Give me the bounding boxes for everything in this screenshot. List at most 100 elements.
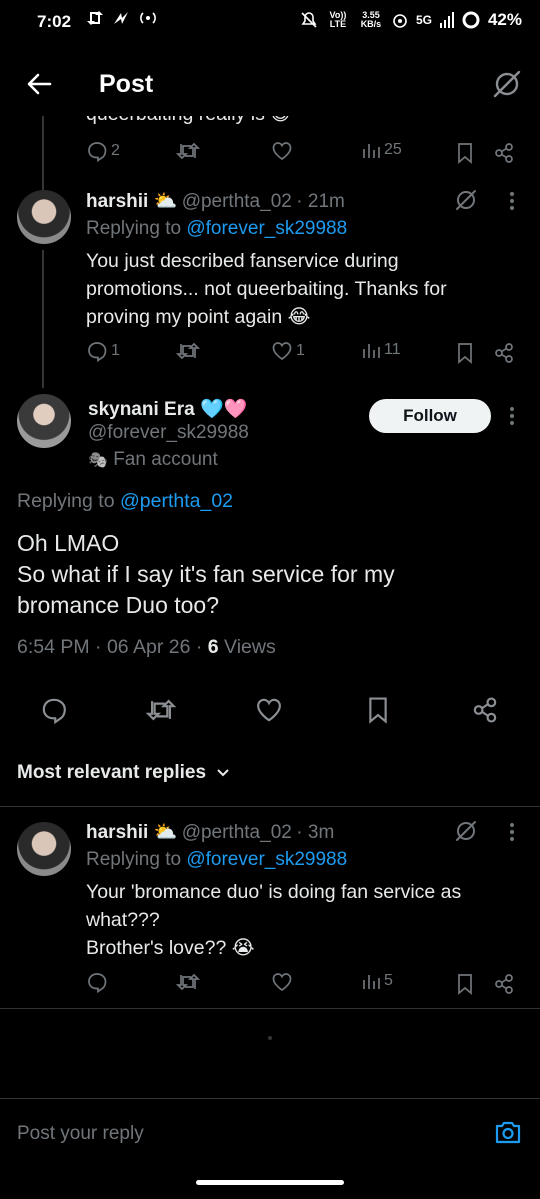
network-speed: 3.55 KB/s — [358, 11, 384, 29]
reply-icon — [88, 342, 107, 362]
views-count: 5 — [384, 972, 393, 989]
chevron-down-icon — [217, 769, 229, 777]
reply-text-line: Your 'bromance duo' is doing fan service… — [86, 881, 462, 931]
reply-composer: Post your reply — [0, 1098, 540, 1168]
bookmark-icon[interactable] — [456, 973, 474, 995]
bookmark-icon[interactable] — [456, 142, 474, 164]
share-icon[interactable] — [471, 696, 499, 724]
camera-icon[interactable] — [494, 1119, 522, 1145]
repost-action[interactable] — [176, 971, 200, 993]
views-action[interactable]: 25 — [361, 140, 402, 160]
author-name[interactable]: harshii ⛅ — [86, 822, 177, 843]
avatar[interactable] — [17, 190, 71, 244]
page-title: Post — [99, 70, 154, 98]
mute-icon — [301, 12, 317, 28]
heart-icon — [272, 342, 292, 361]
loading-dot — [268, 1036, 272, 1040]
more-options-icon[interactable] — [508, 406, 516, 426]
views-icon — [363, 344, 380, 358]
reply-action[interactable]: 1 — [86, 340, 120, 362]
signal-icon — [439, 12, 454, 28]
views-label: Views — [218, 636, 276, 658]
like-action[interactable]: 1 — [271, 340, 305, 362]
repost-action[interactable] — [176, 340, 200, 362]
share-icon[interactable] — [493, 342, 515, 364]
replying-to: Replying to @forever_sk29988 — [86, 849, 347, 871]
reply-count: 1 — [111, 342, 120, 359]
post-text: Oh LMAO So what if I say it's fan servic… — [17, 528, 497, 621]
status-time: 7:02 — [37, 12, 72, 31]
reply1-header: harshii ⛅ @perthta_02 · 21m — [86, 189, 345, 213]
status-right-icons: Vo)) LTE 3.55 KB/s 5G 42% — [300, 10, 522, 30]
network-speed-unit: KB/s — [360, 19, 382, 29]
avatar[interactable] — [17, 394, 71, 448]
heart-icon — [272, 142, 292, 161]
like-action[interactable] — [271, 140, 293, 162]
prev-reply-actions: 2 25 — [86, 140, 526, 166]
volte-indicator: Vo)) LTE — [329, 10, 347, 29]
reply-icon[interactable] — [40, 696, 68, 724]
divider — [0, 1008, 540, 1009]
post-meta: 6:54 PM · 06 Apr 26 · 6 Views — [17, 636, 276, 659]
battery-percent: 42% — [487, 10, 522, 29]
reply-sort-dropdown[interactable]: Most relevant replies — [17, 762, 230, 784]
replying-to-label: Replying to — [86, 218, 182, 239]
grok-icon[interactable] — [454, 188, 478, 212]
post-text-line: So what if I say it's fan service for my… — [17, 561, 395, 618]
views-icon — [363, 144, 380, 158]
grok-icon[interactable] — [454, 819, 478, 843]
reply-sort-label: Most relevant replies — [17, 762, 207, 783]
divider — [0, 806, 540, 807]
grok-icon[interactable] — [492, 69, 522, 99]
heart-icon[interactable] — [255, 696, 283, 724]
replying-to-handle[interactable]: @forever_sk29988 — [186, 218, 347, 239]
reply-input[interactable]: Post your reply — [17, 1123, 144, 1145]
share-icon[interactable] — [493, 142, 515, 164]
replying-to-label: Replying to — [86, 849, 182, 870]
post-time: · 3m — [296, 822, 335, 843]
replying-to: Replying to @forever_sk29988 — [86, 218, 347, 240]
more-options-icon[interactable] — [508, 822, 516, 842]
replying-to-handle[interactable]: @perthta_02 — [120, 490, 233, 512]
top-bar: Post — [0, 56, 540, 116]
reply-action[interactable]: 2 — [86, 140, 120, 162]
author-handle[interactable]: @forever_sk29988 — [88, 422, 249, 444]
author-name[interactable]: skynani Era 🩵🩷 — [88, 397, 247, 421]
replying-to: Replying to @perthta_02 — [17, 490, 233, 513]
heart-icon — [272, 973, 292, 992]
views-action[interactable]: 5 — [361, 971, 393, 991]
author-handle[interactable]: @perthta_02 — [182, 191, 292, 212]
like-count: 1 — [296, 342, 305, 359]
fan-account-icon: 🎭 — [88, 452, 108, 469]
battery-icon — [462, 11, 480, 29]
repost-action[interactable] — [176, 140, 200, 162]
reply2-actions: 5 — [86, 971, 526, 997]
home-indicator[interactable] — [196, 1180, 344, 1185]
bookmark-icon[interactable] — [456, 342, 474, 364]
post-timestamp: 6:54 PM · 06 Apr 26 · — [17, 636, 208, 658]
more-options-icon[interactable] — [508, 191, 516, 211]
reply2-text: Your 'bromance duo' is doing fan service… — [86, 878, 506, 962]
reply-action[interactable] — [86, 971, 108, 993]
reply-count: 2 — [111, 142, 120, 159]
avatar[interactable] — [17, 822, 71, 876]
replying-to-handle[interactable]: @forever_sk29988 — [186, 849, 347, 870]
views-action[interactable]: 11 — [361, 340, 401, 360]
account-label-text: Fan account — [113, 449, 218, 470]
post-time: · 21m — [296, 191, 345, 212]
author-handle[interactable]: @perthta_02 — [182, 822, 292, 843]
follow-button[interactable]: Follow — [369, 399, 491, 433]
repost-icon[interactable] — [145, 696, 177, 724]
hotspot-icon — [140, 12, 156, 24]
like-action[interactable] — [271, 971, 293, 993]
share-icon[interactable] — [493, 973, 515, 995]
repost-icon — [176, 142, 200, 160]
back-arrow-icon[interactable] — [26, 71, 52, 97]
repost-icon — [176, 973, 200, 991]
thread-line — [42, 116, 44, 192]
bookmark-icon[interactable] — [366, 696, 390, 724]
views-count: 6 — [207, 636, 219, 658]
author-name[interactable]: harshii ⛅ — [86, 191, 177, 212]
repost-icon — [176, 342, 200, 360]
post-text-line: Oh LMAO — [17, 530, 120, 556]
